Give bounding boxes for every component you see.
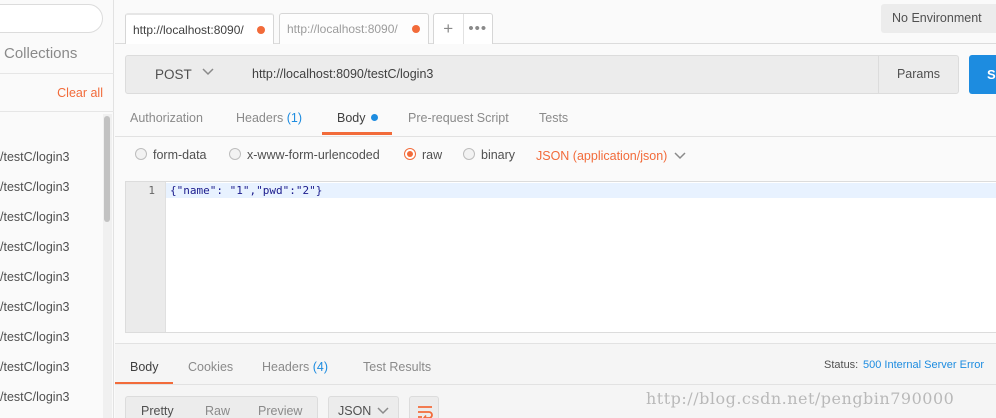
request-tab-label: http://localhost:8090/ xyxy=(133,23,244,37)
divider xyxy=(0,111,114,112)
content-type-select[interactable]: JSON (application/json) xyxy=(536,149,667,163)
history-item[interactable]: /testC/login3 xyxy=(0,262,103,292)
headers-count-badge: (4) xyxy=(312,360,329,374)
more-tabs-button[interactable]: ••• xyxy=(464,14,493,44)
binary-label[interactable]: binary xyxy=(481,148,515,162)
status-code: 500 Internal Server Error xyxy=(863,359,985,371)
response-tab-body[interactable]: Body xyxy=(130,360,159,374)
format-select[interactable]: JSON xyxy=(328,396,399,418)
request-tab-label: http://localhost:8090/ xyxy=(287,22,398,36)
history-item[interactable]: /testC/login3 xyxy=(0,322,103,352)
line-number: 1 xyxy=(148,184,155,197)
raw-label[interactable]: raw xyxy=(422,148,442,162)
form-data-radio[interactable] xyxy=(135,148,147,160)
history-item[interactable]: /testC/login3 xyxy=(0,172,103,202)
send-button[interactable]: Se xyxy=(969,55,996,94)
history-item[interactable]: /testC/login3 xyxy=(0,382,103,412)
wrap-icon xyxy=(418,406,433,418)
code-line[interactable]: {"name": "1","pwd":"2"} xyxy=(170,184,322,197)
tab-label: Headers xyxy=(236,111,284,125)
active-tab-indicator xyxy=(322,132,392,135)
modified-dot-icon xyxy=(370,114,378,121)
pretty-button[interactable]: Pretty xyxy=(141,404,174,418)
binary-radio[interactable] xyxy=(463,148,475,160)
chevron-down-icon xyxy=(202,68,214,76)
history-list: /testC/login3 /testC/login3 /testC/login… xyxy=(0,142,103,412)
unsaved-dot-icon xyxy=(412,25,420,33)
tab-prerequest-script[interactable]: Pre-request Script xyxy=(408,111,509,125)
unsaved-dot-icon xyxy=(257,26,265,34)
tab-collections[interactable]: Collections xyxy=(4,45,77,62)
tab-tests[interactable]: Tests xyxy=(539,111,568,125)
body-editor[interactable]: 1 {"name": "1","pwd":"2"} xyxy=(125,181,996,333)
sidebar-scrollbar[interactable] xyxy=(103,114,112,418)
history-item[interactable]: /testC/login3 xyxy=(0,232,103,262)
raw-button[interactable]: Raw xyxy=(205,404,230,418)
history-item[interactable]: /testC/login3 xyxy=(0,352,103,382)
line-gutter: 1 xyxy=(126,182,166,332)
response-tab-test-results[interactable]: Test Results xyxy=(363,360,431,374)
watermark: http://blog.csdn.net/pengbin790000 xyxy=(646,389,955,408)
new-tab-button[interactable]: + xyxy=(434,14,464,44)
chevron-down-icon[interactable] xyxy=(674,152,686,160)
urlencoded-label[interactable]: x-www-form-urlencoded xyxy=(247,148,380,162)
search-input[interactable] xyxy=(0,4,103,33)
tab-actions: + ••• xyxy=(433,13,493,44)
history-item[interactable]: /testC/login3 xyxy=(0,202,103,232)
tab-headers[interactable]: Headers (1) xyxy=(236,111,302,125)
method-select[interactable]: POST xyxy=(125,55,242,94)
raw-radio[interactable] xyxy=(404,148,416,160)
wrap-lines-button[interactable] xyxy=(409,396,439,418)
format-label: JSON xyxy=(338,404,372,418)
preview-button[interactable]: Preview xyxy=(258,404,302,418)
divider xyxy=(0,73,114,74)
sidebar: Collections Clear all /testC/login3 /tes… xyxy=(0,0,114,418)
tab-label: Headers xyxy=(262,360,310,374)
request-tab[interactable]: http://localhost:8090/ xyxy=(279,13,429,44)
request-tab-active[interactable]: http://localhost:8090/ xyxy=(125,13,274,44)
tab-authorization[interactable]: Authorization xyxy=(130,111,203,125)
headers-count-badge: (1) xyxy=(286,111,303,125)
history-item[interactable]: /testC/login3 xyxy=(0,292,103,322)
url-input[interactable]: http://localhost:8090/testC/login3 xyxy=(241,55,879,94)
response-tab-headers[interactable]: Headers (4) xyxy=(262,360,328,374)
subtabs-baseline xyxy=(115,136,996,137)
history-item[interactable]: /testC/login3 xyxy=(0,142,103,172)
tab-label: Body xyxy=(337,111,366,125)
clear-all-button[interactable]: Clear all xyxy=(57,86,103,100)
method-label: POST xyxy=(155,67,192,82)
status-label: Status: xyxy=(824,359,859,371)
form-data-label[interactable]: form-data xyxy=(153,148,207,162)
scrollbar-thumb[interactable] xyxy=(104,116,110,222)
urlencoded-radio[interactable] xyxy=(229,148,241,160)
response-tabs-baseline xyxy=(115,384,996,385)
view-mode-toggle: Pretty Raw Preview xyxy=(125,396,318,418)
params-button[interactable]: Params xyxy=(878,55,959,94)
tab-body[interactable]: Body xyxy=(337,111,378,125)
chevron-down-icon xyxy=(377,407,389,415)
environment-selector[interactable]: No Environment xyxy=(881,4,996,33)
response-tab-cookies[interactable]: Cookies xyxy=(188,360,233,374)
